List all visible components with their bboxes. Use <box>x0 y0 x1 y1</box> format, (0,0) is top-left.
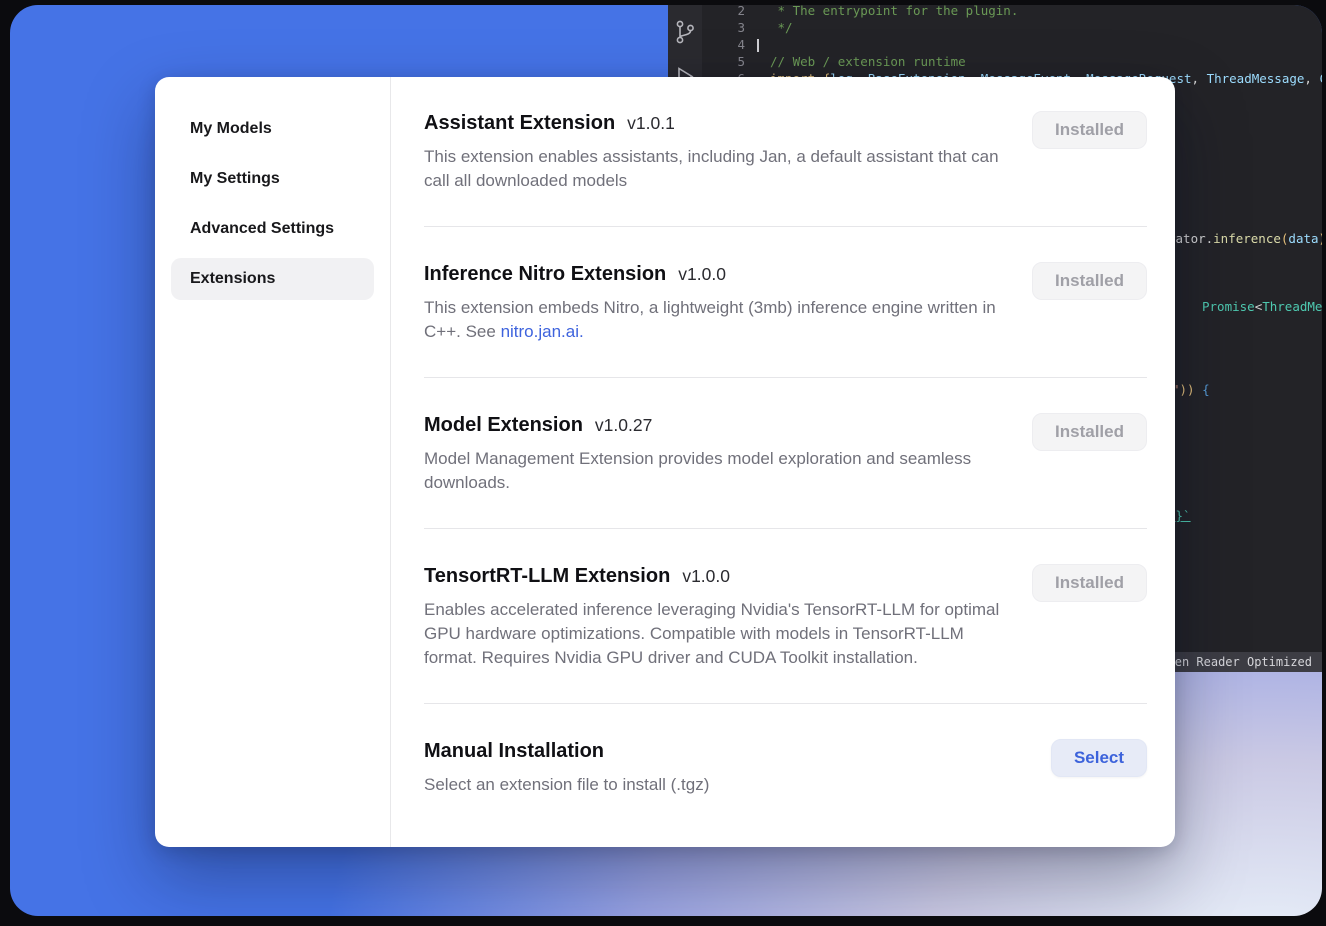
code-fragment: ")) { <box>1172 382 1210 398</box>
extension-version: v1.0.0 <box>682 566 730 587</box>
installed-button[interactable]: Installed <box>1032 564 1147 602</box>
code-line: 5// Web / extension runtime <box>702 53 1322 70</box>
extension-description: Select an extension file to install (.tg… <box>424 773 709 797</box>
sidebar-item-label: My Models <box>190 120 272 138</box>
extension-section-inference-nitro-extension: Inference Nitro Extension v1.0.0 This exte… <box>424 227 1147 378</box>
line-number: 2 <box>702 5 745 19</box>
extension-description: Model Management Extension provides mode… <box>424 447 1002 495</box>
code-line: 4 <box>702 36 1322 53</box>
installed-button[interactable]: Installed <box>1032 262 1147 300</box>
extension-name: Model Extension <box>424 413 583 437</box>
installed-button[interactable]: Installed <box>1032 111 1147 149</box>
sidebar-item-label: My Settings <box>190 170 280 188</box>
line-number: 3 <box>702 19 745 36</box>
extension-name: TensortRT-LLM Extension <box>424 564 670 588</box>
code-line: 3 */ <box>702 19 1322 36</box>
description-text: Model Management Extension provides mode… <box>424 449 971 492</box>
text-cursor <box>757 39 759 52</box>
app-window: 2 * The entrypoint for the plugin.3 */45… <box>10 5 1322 916</box>
description-text: This extension enables assistants, inclu… <box>424 147 999 190</box>
sidebar-item-my-models[interactable]: My Models <box>171 108 374 150</box>
description-text: Enables accelerated inference leveraging… <box>424 600 999 667</box>
extension-section-assistant-extension: Assistant Extension v1.0.1 This extension … <box>424 111 1147 227</box>
nitro-jan-ai-link[interactable]: nitro.jan.ai. <box>501 322 584 341</box>
sidebar-item-label: Advanced Settings <box>190 220 334 238</box>
extension-section-tensortrt-llm-extension: TensortRT-LLM Extension v1.0.0 Enables acc… <box>424 529 1147 704</box>
extension-version: v1.0.0 <box>678 264 726 285</box>
code-fragment: rator.inference(data)); <box>1168 231 1322 247</box>
sidebar-item-extensions[interactable]: Extensions <box>171 258 374 300</box>
extensions-panel: Assistant Extension v1.0.1 This extension … <box>391 77 1175 847</box>
line-number: 4 <box>702 36 745 53</box>
source-control-icon[interactable] <box>673 19 697 45</box>
settings-modal: My Models My Settings Advanced Settings Ext… <box>155 77 1175 847</box>
extension-section-model-extension: Model Extension v1.0.27 Model Management E… <box>424 378 1147 529</box>
extension-version: v1.0.27 <box>595 415 652 436</box>
line-number: 5 <box>702 53 745 70</box>
code-fragment: Promise<ThreadMessage> <box>1202 299 1322 315</box>
extension-name: Manual Installation <box>424 739 604 763</box>
installed-button[interactable]: Installed <box>1032 413 1147 451</box>
extension-name: Assistant Extension <box>424 111 615 135</box>
extension-description: This extension enables assistants, inclu… <box>424 145 1002 193</box>
extension-version: v1.0.1 <box>627 113 675 134</box>
sidebar-item-advanced-settings[interactable]: Advanced Settings <box>171 208 374 250</box>
extension-name: Inference Nitro Extension <box>424 262 666 286</box>
extension-section-manual-installation: Manual Installation Select an extension f… <box>424 704 1147 830</box>
code-lines: 2 * The entrypoint for the plugin.3 */45… <box>702 5 1322 87</box>
select-button[interactable]: Select <box>1051 739 1147 777</box>
description-text: Select an extension file to install (.tg… <box>424 775 709 794</box>
sidebar-item-my-settings[interactable]: My Settings <box>171 158 374 200</box>
settings-sidebar: My Models My Settings Advanced Settings Ext… <box>155 77 391 847</box>
code-line: 2 * The entrypoint for the plugin. <box>702 5 1322 19</box>
extension-description: This extension embeds Nitro, a lightweig… <box>424 296 1002 344</box>
sidebar-item-label: Extensions <box>190 270 275 288</box>
extension-description: Enables accelerated inference leveraging… <box>424 598 1002 670</box>
